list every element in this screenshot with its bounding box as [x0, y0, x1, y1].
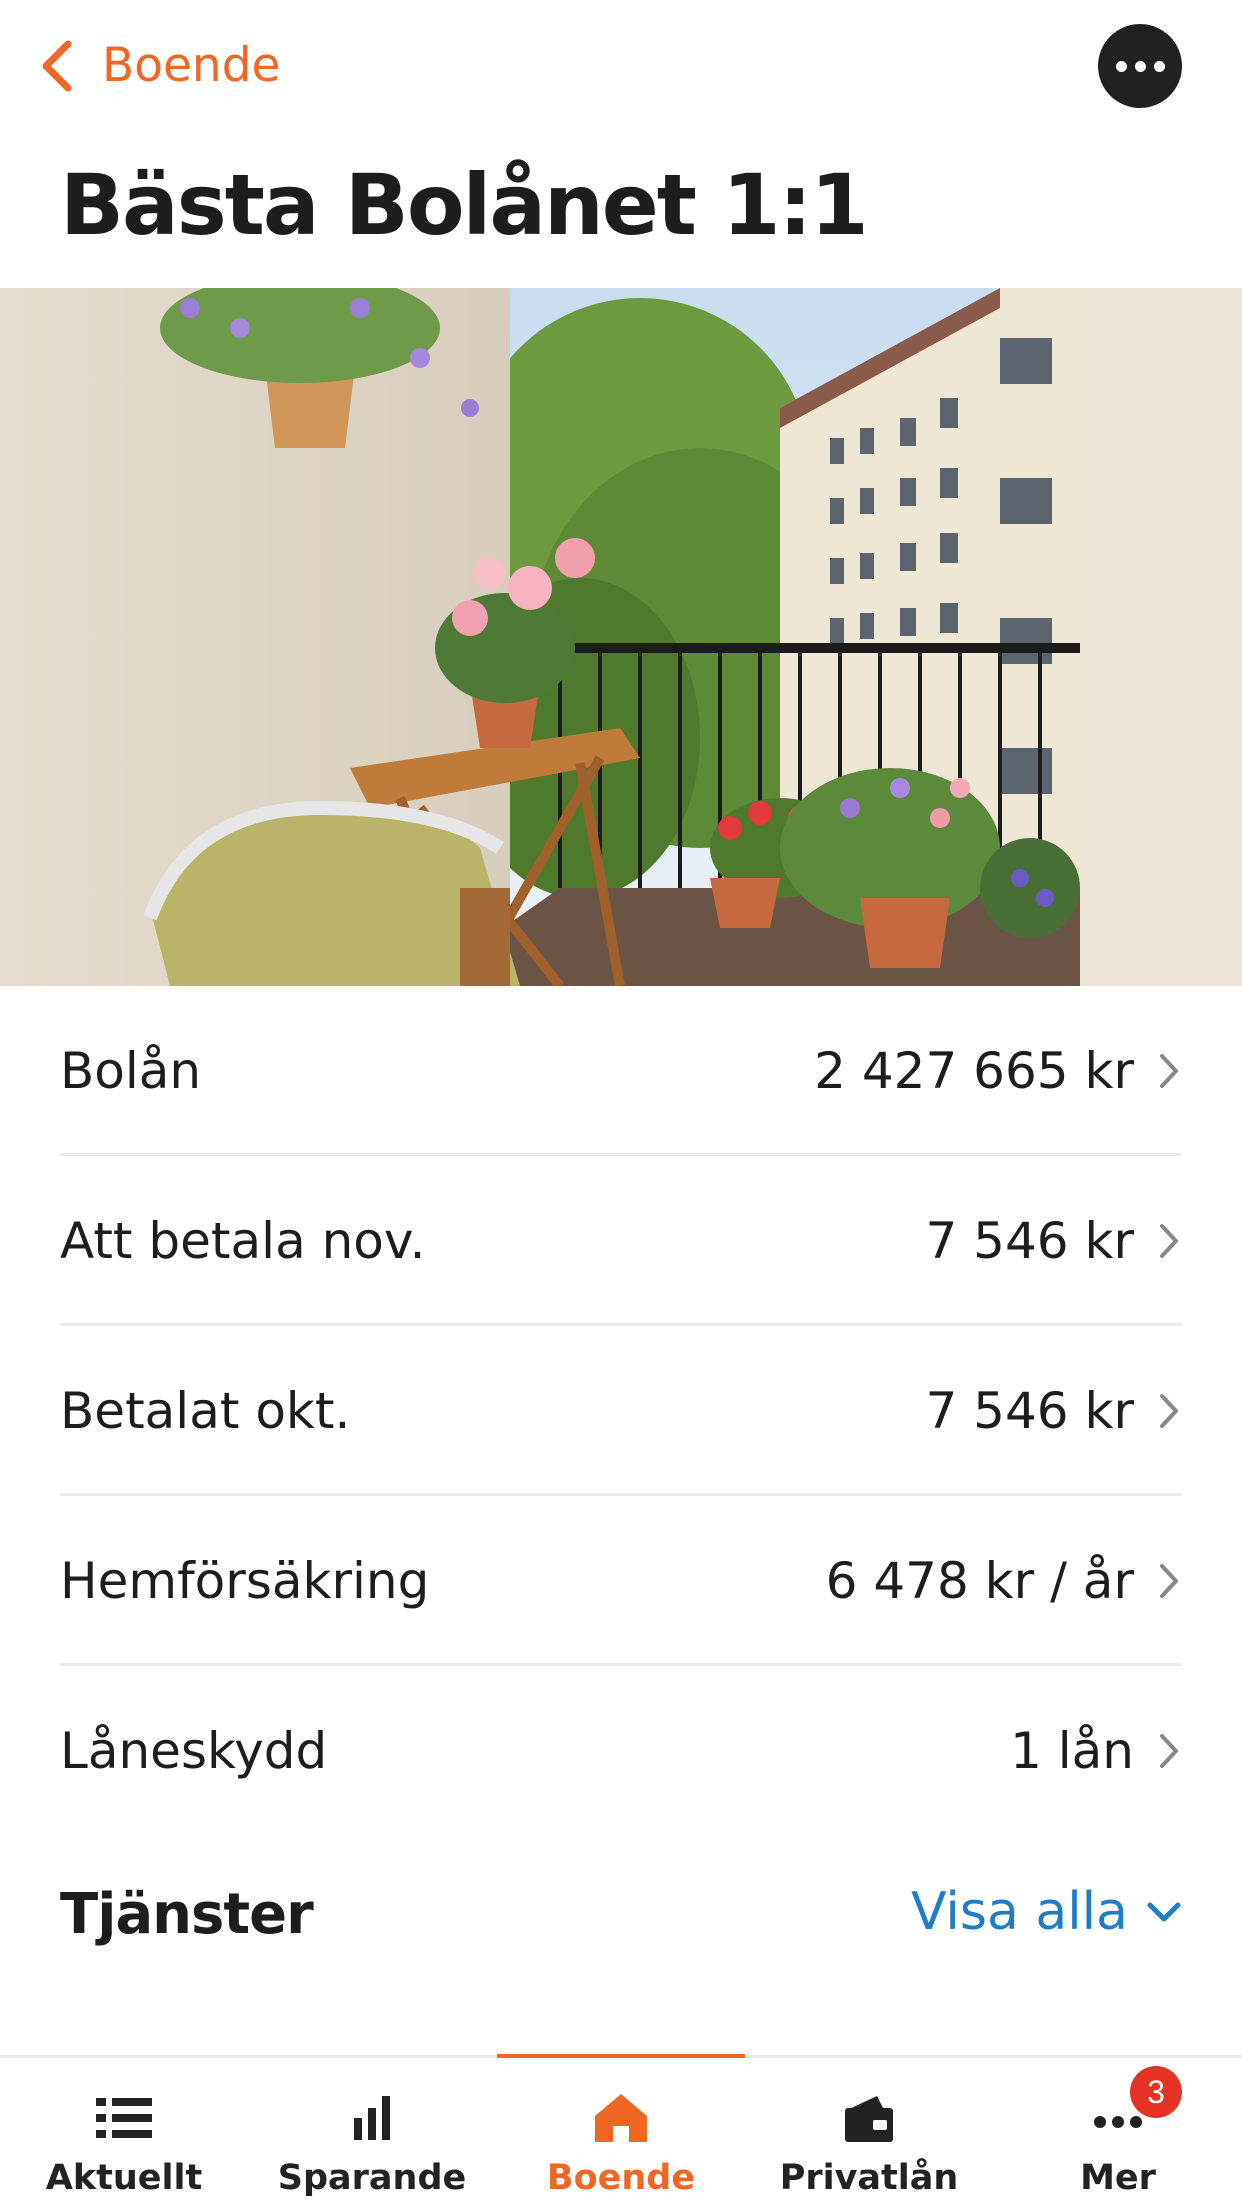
- tab-bar: Aktuellt Sparande Boende Privatlån Mer 3: [0, 2054, 1242, 2208]
- row-label: Låneskydd: [60, 1722, 328, 1780]
- tab-mer[interactable]: Mer: [994, 2058, 1242, 2208]
- hero-image: [0, 288, 1242, 986]
- chevron-right-icon: [1160, 1394, 1178, 1428]
- row-value: 7 546 kr: [925, 1382, 1134, 1440]
- services-section: Tjänster Visa alla: [0, 1852, 1242, 1982]
- chevron-right-icon: [1160, 1734, 1178, 1768]
- row-value: 7 546 kr: [925, 1212, 1134, 1270]
- tab-label: Sparande: [277, 2158, 467, 2198]
- bar-chart-icon: [354, 2096, 390, 2140]
- row-att-betala[interactable]: Att betala nov. 7 546 kr: [0, 1156, 1242, 1326]
- row-bolan[interactable]: Bolån 2 427 665 kr: [0, 986, 1242, 1156]
- show-all-button[interactable]: Visa alla: [911, 1882, 1182, 1942]
- chevron-left-icon: [42, 40, 72, 92]
- house-icon: [595, 2094, 647, 2142]
- row-label: Betalat okt.: [60, 1382, 351, 1440]
- row-value: 1 lån: [1010, 1722, 1134, 1780]
- more-horizontal-icon: [1115, 60, 1165, 72]
- row-label: Bolån: [60, 1042, 202, 1100]
- chevron-right-icon: [1160, 1054, 1178, 1088]
- section-title: Tjänster: [60, 1882, 314, 1947]
- tab-privatlan[interactable]: Privatlån: [745, 2058, 993, 2208]
- tab-sparande[interactable]: Sparande: [248, 2058, 496, 2208]
- more-options-button[interactable]: [1098, 24, 1182, 108]
- row-value: 2 427 665 kr: [814, 1042, 1134, 1100]
- row-label: Hemförsäkring: [60, 1552, 430, 1610]
- back-button[interactable]: Boende: [36, 34, 280, 98]
- row-hemforsakring[interactable]: Hemförsäkring 6 478 kr / år: [0, 1496, 1242, 1666]
- row-betalat[interactable]: Betalat okt. 7 546 kr: [0, 1326, 1242, 1496]
- back-label: Boende: [102, 38, 281, 93]
- row-laneskydd[interactable]: Låneskydd 1 lån: [0, 1666, 1242, 1836]
- list-icon: [96, 2098, 152, 2138]
- chevron-down-icon: [1147, 1902, 1181, 1922]
- notification-badge: 3: [1130, 2066, 1182, 2118]
- tab-aktuellt[interactable]: Aktuellt: [0, 2058, 248, 2208]
- tab-label: Aktuellt: [45, 2158, 203, 2198]
- page-title: Bästa Bolånet 1:1: [60, 156, 869, 254]
- tab-label: Boende: [546, 2158, 696, 2198]
- chevron-right-icon: [1160, 1564, 1178, 1598]
- tab-label: Mer: [1080, 2158, 1156, 2198]
- tab-boende[interactable]: Boende: [497, 2058, 745, 2208]
- chevron-right-icon: [1160, 1224, 1178, 1258]
- header: Boende Bästa Bolånet 1:1: [0, 0, 1242, 288]
- row-label: Att betala nov.: [60, 1212, 426, 1270]
- row-value: 6 478 kr / år: [825, 1552, 1134, 1610]
- show-all-label: Visa alla: [911, 1882, 1128, 1942]
- tab-label: Privatlån: [779, 2158, 959, 2198]
- balcony-photo: [0, 288, 1242, 986]
- wallet-icon: [845, 2096, 893, 2142]
- account-summary-list: Bolån 2 427 665 kr Att betala nov. 7 546…: [0, 986, 1242, 1836]
